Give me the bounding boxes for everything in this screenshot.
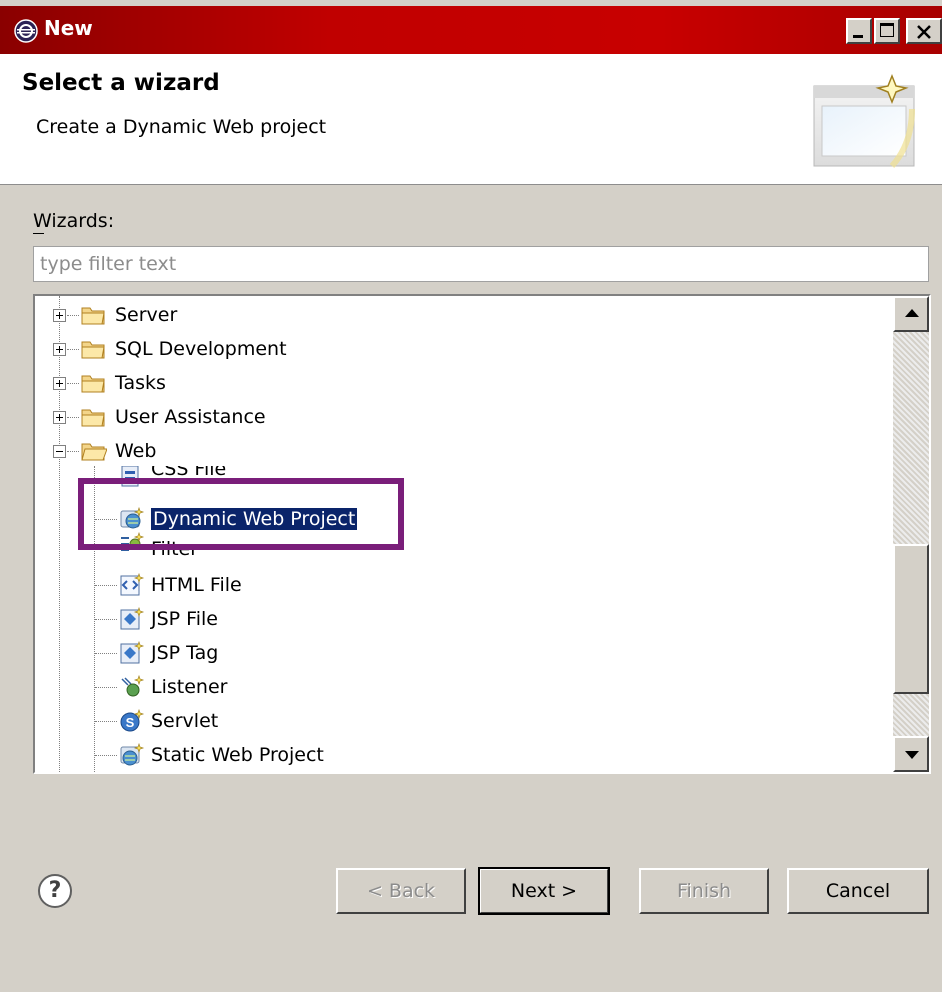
wizard-header: Select a wizard Create a Dynamic Web pro… (0, 54, 942, 185)
tree-item-filter[interactable]: Filter (35, 532, 855, 558)
tree-item-listener[interactable]: Listener (35, 672, 855, 704)
tree-connector (67, 383, 79, 384)
page-title: Select a wizard (22, 70, 220, 96)
collapse-icon[interactable] (53, 445, 66, 458)
back-button[interactable]: < Back (336, 868, 466, 914)
minimize-button[interactable] (846, 18, 872, 44)
down-arrow-icon (905, 751, 919, 759)
tree-connector (67, 315, 79, 316)
maximize-button[interactable] (874, 18, 900, 44)
wizard-tree-content: Server SQL Development Tasks User Assist… (35, 296, 893, 772)
new-wizard-dialog: New Select a wizard Create a Dynamic Web… (0, 0, 942, 992)
tree-connector (95, 755, 117, 756)
tree-item-label: SQL Development (115, 338, 287, 360)
maximize-icon (880, 23, 894, 37)
tree-item-label: CSS File (151, 466, 227, 480)
wizards-label: Wizards: (33, 210, 114, 232)
tree-item-html-file[interactable]: HTML File (35, 570, 855, 602)
new-wizard-banner-icon (813, 74, 915, 169)
up-arrow-icon (905, 309, 919, 317)
tree-connector (95, 721, 117, 722)
tree-connector (67, 349, 79, 350)
eclipse-app-icon (14, 19, 38, 43)
close-button[interactable] (906, 18, 942, 44)
wizard-tree[interactable]: Server SQL Development Tasks User Assist… (33, 294, 931, 774)
dynamic-web-project-icon (120, 507, 145, 529)
tree-item-jsp-file[interactable]: JSP File (35, 604, 855, 636)
tree-vertical-scrollbar[interactable] (893, 296, 929, 772)
page-description: Create a Dynamic Web project (36, 116, 327, 138)
tree-item-static-web-project[interactable]: Static Web Project (35, 740, 855, 772)
wizards-label-text: Wizards: (33, 210, 115, 232)
tree-item-web[interactable]: Web (35, 436, 855, 468)
servlet-icon: S (120, 709, 145, 732)
cancel-button[interactable]: Cancel (787, 868, 929, 914)
tree-item-label: Static Web Project (151, 744, 324, 766)
tree-item-label: Listener (151, 676, 228, 698)
tree-connector (67, 417, 79, 418)
css-file-icon (121, 466, 139, 487)
tree-connector (67, 451, 79, 452)
tree-item-user-assistance[interactable]: User Assistance (35, 402, 855, 434)
expand-icon[interactable] (53, 309, 66, 322)
help-icon: ? (48, 878, 62, 903)
tree-item-label: Tasks (115, 372, 166, 394)
folder-icon (81, 307, 105, 325)
expand-icon[interactable] (53, 377, 66, 390)
finish-button[interactable]: Finish (639, 868, 769, 914)
html-file-icon (120, 573, 145, 596)
tree-item-label: Web (115, 440, 157, 462)
jsp-tag-icon (120, 641, 145, 664)
jsp-file-icon (120, 607, 145, 630)
scroll-up-button[interactable] (893, 296, 929, 332)
tree-connector (95, 687, 117, 688)
scroll-down-button[interactable] (893, 736, 929, 772)
window-title: New (44, 16, 93, 40)
folder-icon (81, 341, 105, 359)
static-web-project-icon (120, 743, 145, 766)
filter-icon (121, 532, 145, 551)
minimize-icon (853, 35, 863, 38)
listener-icon (121, 675, 145, 697)
next-button[interactable]: Next > (478, 867, 610, 915)
tree-connector (95, 546, 117, 547)
tree-item-server[interactable]: Server (35, 300, 855, 332)
tree-item-tasks[interactable]: Tasks (35, 368, 855, 400)
expand-icon[interactable] (53, 411, 66, 424)
mnemonic-underline (33, 233, 44, 234)
tree-item-label: JSP Tag (151, 642, 219, 664)
tree-item-label: Dynamic Web Project (149, 507, 359, 531)
tree-connector (95, 619, 117, 620)
tree-connector (95, 653, 117, 654)
expand-icon[interactable] (53, 343, 66, 356)
tree-connector (95, 585, 117, 586)
tree-item-servlet[interactable]: S Servlet (35, 706, 855, 738)
folder-icon (81, 375, 105, 393)
open-folder-icon (81, 443, 107, 461)
tree-item-jsp-tag[interactable]: JSP Tag (35, 638, 855, 670)
tree-item-sql-development[interactable]: SQL Development (35, 334, 855, 366)
tree-item-label: Filter (151, 538, 199, 558)
folder-icon (81, 409, 105, 427)
tree-item-label: Server (115, 304, 178, 326)
tree-connector (95, 480, 117, 481)
close-icon (917, 25, 931, 39)
help-button[interactable]: ? (38, 874, 72, 908)
tree-item-label: Servlet (151, 710, 219, 732)
filter-input[interactable]: type filter text (33, 246, 929, 282)
tree-connector (95, 519, 117, 520)
tree-item-label: HTML File (151, 574, 242, 596)
tree-item-label: JSP File (151, 608, 218, 630)
tree-item-label: User Assistance (115, 406, 266, 428)
scroll-thumb[interactable] (893, 544, 929, 694)
svg-text:S: S (126, 715, 135, 730)
tree-item-css-file[interactable]: CSS File (35, 466, 855, 494)
title-bar[interactable]: New (0, 6, 942, 54)
